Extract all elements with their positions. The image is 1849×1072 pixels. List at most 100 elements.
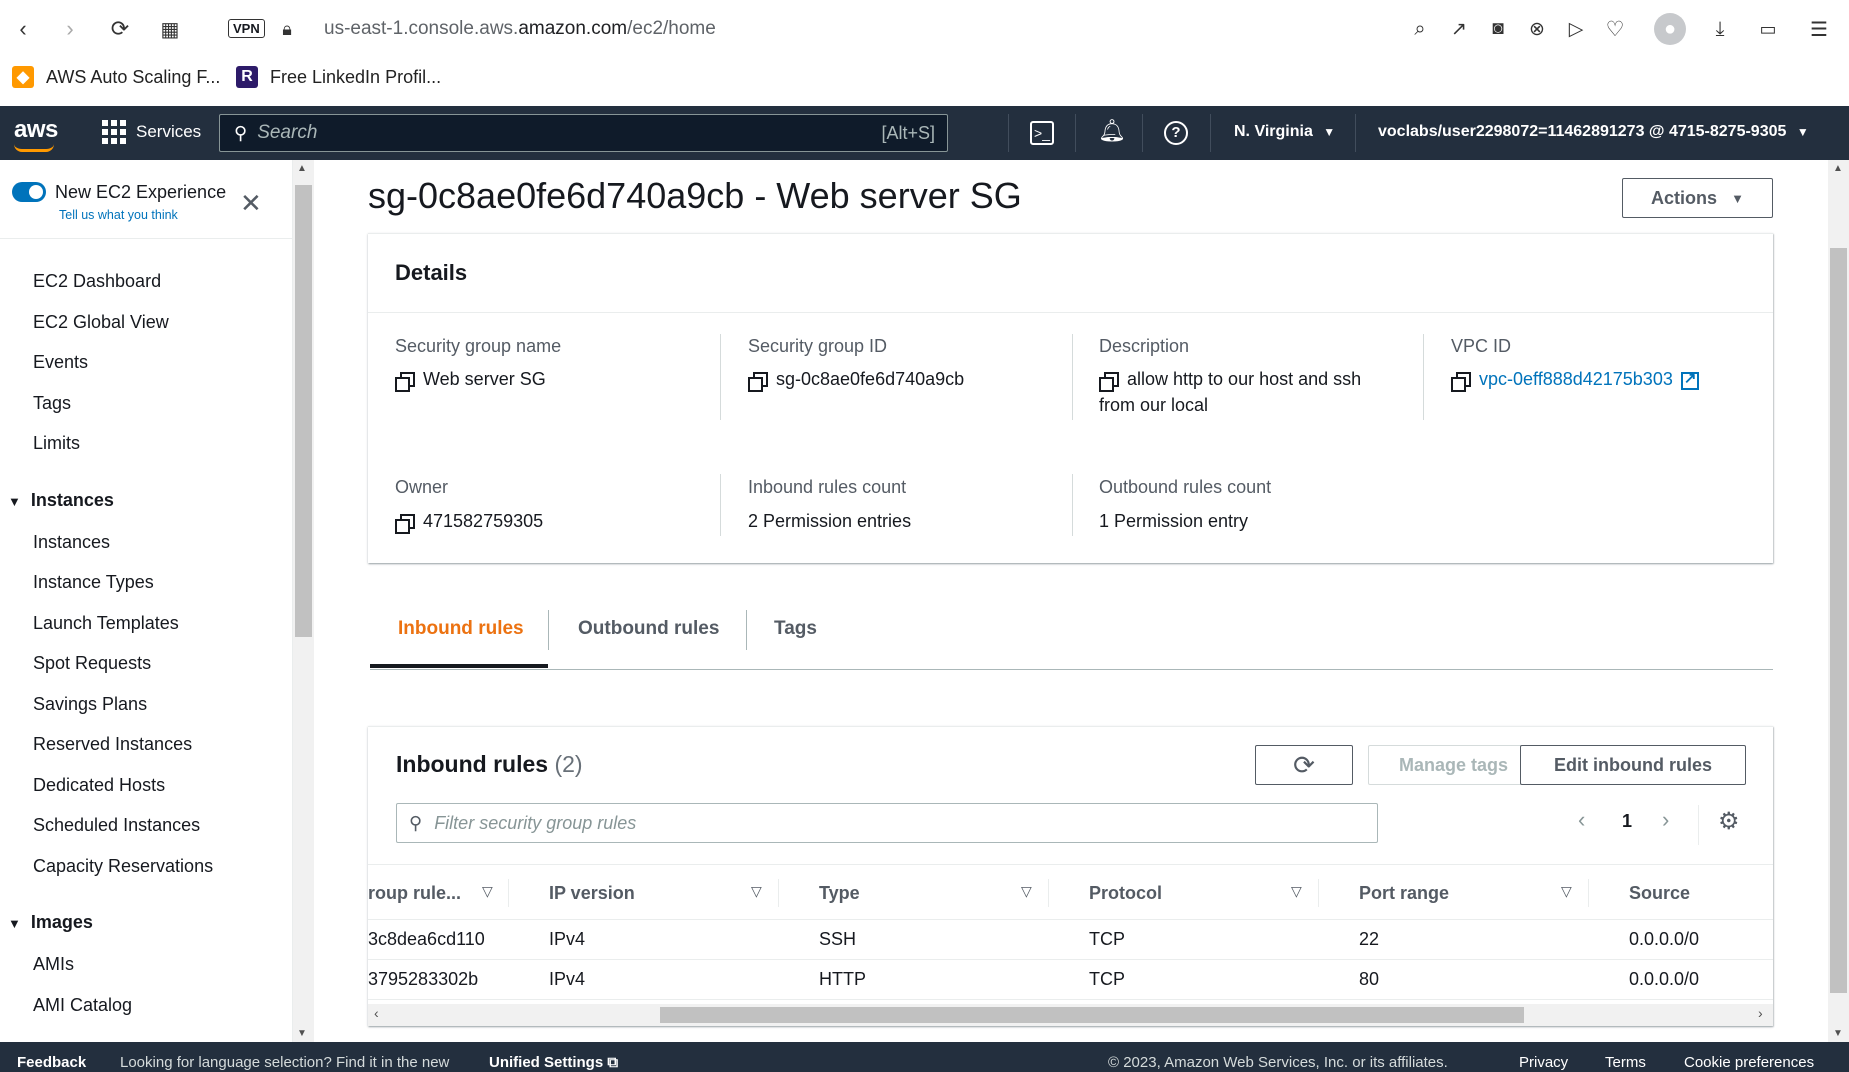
tab-tags[interactable]: Tags	[774, 618, 817, 640]
bookmark-linkedin[interactable]: R Free LinkedIn Profil...	[236, 66, 441, 88]
sidebar-item-dedicated-hosts[interactable]: Dedicated Hosts	[33, 775, 165, 796]
prev-page-icon[interactable]: ‹	[1578, 807, 1585, 833]
sidebar-section-images[interactable]: ▼ Images	[8, 912, 93, 933]
aws-logo[interactable]: aws	[14, 116, 58, 152]
unified-settings-link[interactable]: Unified Settings ⧉	[489, 1054, 618, 1071]
tab-inbound-rules[interactable]: Inbound rules	[398, 618, 524, 640]
close-icon[interactable]: ✕	[240, 188, 262, 219]
scroll-down-icon[interactable]: ▼	[297, 1028, 307, 1039]
next-page-icon[interactable]: ›	[1662, 807, 1669, 833]
send-icon[interactable]: ▷	[1561, 14, 1591, 44]
sidebar-section-instances[interactable]: ▼ Instances	[8, 490, 114, 511]
share-icon[interactable]: ↗	[1444, 14, 1474, 44]
address-bar[interactable]: us-east-1.console.aws.amazon.com/ec2/hom…	[324, 18, 716, 40]
sort-icon[interactable]: ▽	[1291, 883, 1302, 900]
sidebar-item-spot-requests[interactable]: Spot Requests	[33, 653, 151, 674]
sort-icon[interactable]: ▽	[1561, 883, 1572, 900]
col-header-protocol[interactable]: Protocol	[1089, 883, 1162, 904]
sort-icon[interactable]: ▽	[482, 883, 493, 900]
vpc-id-link[interactable]: vpc-0eff888d42175b303	[1479, 369, 1673, 390]
back-icon[interactable]: ‹	[8, 14, 38, 44]
copy-icon[interactable]	[1099, 372, 1119, 392]
bookmark-aws-auto-scaling[interactable]: ◆ AWS Auto Scaling F...	[12, 66, 220, 88]
sort-icon[interactable]: ▽	[751, 883, 762, 900]
region-selector[interactable]: N. Virginia ▼	[1234, 123, 1335, 141]
search-page-icon[interactable]: ⌕	[1405, 14, 1435, 44]
sidebar-item-ec2-dashboard[interactable]: EC2 Dashboard	[33, 271, 161, 292]
notifications-bell-icon[interactable]: 🔔︎	[1098, 118, 1126, 144]
external-link-icon[interactable]	[1680, 369, 1699, 390]
col-header-rule-id[interactable]: roup rule...	[368, 883, 461, 904]
col-header-ip-version[interactable]: IP version	[549, 883, 635, 904]
new-experience-toggle[interactable]	[12, 182, 46, 202]
main-scrollbar-thumb[interactable]	[1830, 248, 1847, 993]
sidebar-item-amis[interactable]: AMIs	[33, 954, 74, 975]
reload-icon[interactable]: ⟳	[105, 14, 135, 44]
sidebar-item-events[interactable]: Events	[33, 352, 88, 373]
sidebar-item-instance-types[interactable]: Instance Types	[33, 572, 154, 593]
sidebar-item-ec2-global-view[interactable]: EC2 Global View	[33, 312, 169, 333]
vpn-badge[interactable]: VPN	[228, 19, 265, 38]
table-row[interactable]: 3c8dea6cd110 IPv4 SSH TCP 22 0.0.0.0/0	[368, 920, 1773, 960]
table-horizontal-scrollbar[interactable]: ‹ ›	[368, 1004, 1773, 1026]
outbound-count-label: Outbound rules count	[1099, 477, 1272, 497]
copy-icon[interactable]	[395, 514, 415, 534]
sidebar-item-reserved-instances[interactable]: Reserved Instances	[33, 734, 192, 755]
copy-icon[interactable]	[1451, 372, 1471, 392]
sidebar-item-scheduled-instances[interactable]: Scheduled Instances	[33, 815, 200, 836]
forward-icon[interactable]: ›	[55, 14, 85, 44]
sort-icon[interactable]: ▽	[1021, 883, 1032, 900]
edit-inbound-rules-button[interactable]: Edit inbound rules	[1520, 745, 1746, 785]
account-menu[interactable]: voclabs/user2298072=11462891273 @ 4715-8…	[1378, 123, 1809, 141]
battery-icon[interactable]: ▭	[1753, 14, 1783, 44]
inbound-rules-title: Inbound rules (2)	[396, 751, 583, 778]
services-menu-button[interactable]: Services	[102, 120, 201, 144]
terms-link[interactable]: Terms	[1605, 1054, 1646, 1071]
sidebar-item-capacity-reservations[interactable]: Capacity Reservations	[33, 856, 213, 877]
scroll-down-icon[interactable]: ▼	[1833, 1028, 1843, 1039]
sidebar-item-instances[interactable]: Instances	[33, 532, 110, 553]
sidebar-item-launch-templates[interactable]: Launch Templates	[33, 613, 179, 634]
gear-icon[interactable]: ⚙	[1718, 807, 1740, 836]
heart-icon[interactable]: ♡	[1600, 14, 1630, 44]
copy-icon[interactable]	[395, 372, 415, 392]
col-header-port-range[interactable]: Port range	[1359, 883, 1449, 904]
adblock-icon[interactable]: ⊗	[1522, 14, 1552, 44]
scroll-up-icon[interactable]: ▲	[297, 163, 307, 174]
cookie-preferences-link[interactable]: Cookie preferences	[1684, 1054, 1814, 1071]
menu-icon[interactable]: ☰	[1804, 14, 1834, 44]
sidebar-scrollbar-thumb[interactable]	[295, 185, 312, 637]
col-header-source[interactable]: Source	[1629, 883, 1690, 904]
col-header-type[interactable]: Type	[819, 883, 860, 904]
table-row[interactable]: 3795283302b IPv4 HTTP TCP 80 0.0.0.0/0	[368, 960, 1773, 1000]
sidebar-item-limits[interactable]: Limits	[33, 433, 80, 454]
details-panel: Details Security group name Web server S…	[368, 233, 1773, 563]
copy-icon[interactable]	[748, 372, 768, 392]
console-search-input[interactable]: ⚲ Search [Alt+S]	[219, 114, 948, 152]
lock-icon[interactable]: 🔒︎	[272, 14, 302, 44]
sidebar-item-ami-catalog[interactable]: AMI Catalog	[33, 995, 132, 1016]
feedback-link[interactable]: Feedback	[17, 1054, 86, 1071]
camera-icon[interactable]: ◙	[1483, 14, 1513, 44]
scroll-left-icon[interactable]: ‹	[374, 1005, 379, 1021]
download-icon[interactable]: ⤓	[1705, 14, 1735, 44]
privacy-link[interactable]: Privacy	[1519, 1054, 1568, 1071]
tabs-grid-icon[interactable]: ▦	[155, 14, 185, 44]
sidebar-item-tags[interactable]: Tags	[33, 393, 71, 414]
help-icon[interactable]: ?	[1164, 121, 1188, 145]
tab-outbound-rules[interactable]: Outbound rules	[578, 618, 719, 640]
manage-tags-button[interactable]: Manage tags	[1368, 745, 1539, 785]
url-prefix: us-east-1.console.aws.	[324, 18, 519, 39]
refresh-button[interactable]: ⟳	[1255, 745, 1353, 785]
cloudshell-icon[interactable]: >_	[1030, 121, 1054, 145]
filter-rules-input[interactable]: ⚲ Filter security group rules	[396, 803, 1378, 843]
actions-button[interactable]: Actions ▼	[1622, 178, 1773, 218]
url-path: /ec2/home	[627, 18, 716, 39]
feedback-link[interactable]: Tell us what you think	[59, 208, 178, 222]
profile-avatar-icon[interactable]: ●	[1654, 13, 1686, 45]
scroll-right-icon[interactable]: ›	[1758, 1005, 1763, 1021]
scroll-up-icon[interactable]: ▲	[1833, 163, 1843, 174]
page-number[interactable]: 1	[1622, 811, 1632, 832]
horizontal-scrollbar-thumb[interactable]	[660, 1007, 1524, 1023]
sidebar-item-savings-plans[interactable]: Savings Plans	[33, 694, 147, 715]
